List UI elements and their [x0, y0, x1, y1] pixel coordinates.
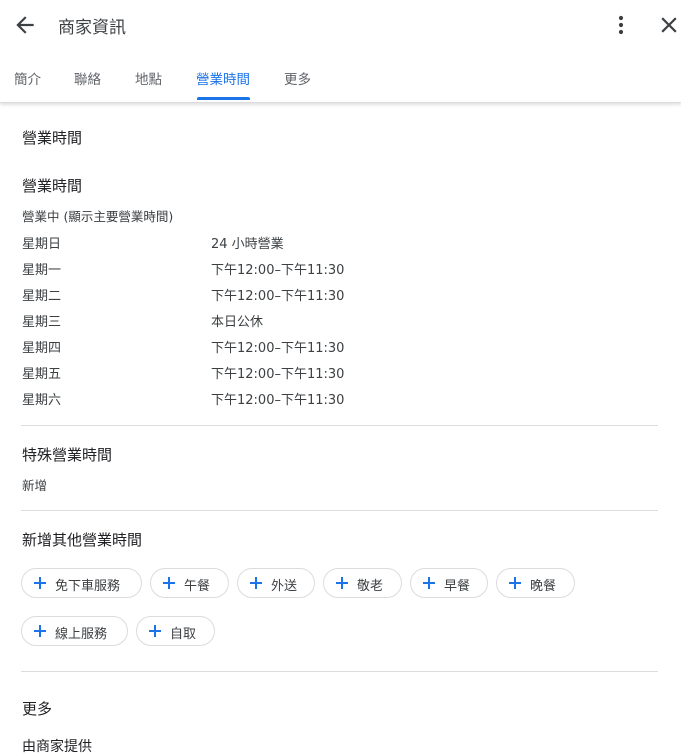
more-vertical-icon: [618, 15, 624, 35]
hours-value: 本日公休: [211, 315, 264, 330]
day-label: 星期三: [22, 315, 62, 330]
close-button[interactable]: [656, 12, 681, 38]
special-hours-heading: 特殊營業時間: [22, 446, 113, 464]
chip-breakfast[interactable]: 早餐: [410, 568, 488, 598]
plus-icon: [423, 577, 435, 589]
hours-value: 24 小時營業: [211, 237, 284, 252]
day-label: 星期四: [22, 341, 62, 356]
header-bar: 商家資訊: [0, 0, 681, 50]
hours-row-monday[interactable]: 星期一 下午12:00–下午11:30: [22, 259, 422, 278]
provided-by-heading: 由商家提供: [22, 739, 92, 755]
plus-icon: [509, 577, 521, 589]
hours-value: 下午12:00–下午11:30: [211, 367, 345, 382]
chip-label: 晚餐: [530, 579, 557, 594]
page-title: 商家資訊: [58, 18, 126, 38]
hours-row-saturday[interactable]: 星期六 下午12:00–下午11:30: [22, 389, 422, 408]
chip-delivery[interactable]: 外送: [237, 568, 315, 598]
hours-value: 下午12:00–下午11:30: [211, 263, 345, 278]
hours-heading: 營業時間: [22, 177, 83, 195]
hours-value: 下午12:00–下午11:30: [211, 341, 345, 356]
chip-online-service[interactable]: 線上服務: [21, 616, 128, 646]
chip-dinner[interactable]: 晚餐: [496, 568, 575, 598]
arrow-left-icon: [16, 16, 34, 34]
plus-icon: [163, 577, 175, 589]
divider: [21, 510, 658, 511]
hours-value: 下午12:00–下午11:30: [211, 393, 345, 408]
chip-seniors[interactable]: 敬老: [323, 568, 402, 598]
plus-icon: [250, 577, 262, 589]
hours-row-tuesday[interactable]: 星期二 下午12:00–下午11:30: [22, 285, 422, 304]
chip-pickup[interactable]: 自取: [136, 616, 215, 646]
more-heading: 更多: [22, 700, 53, 718]
chip-drive-through[interactable]: 免下車服務: [21, 568, 142, 598]
day-label: 星期五: [22, 367, 62, 382]
chip-label: 午餐: [184, 579, 211, 594]
chip-label: 線上服務: [55, 627, 108, 642]
chip-label: 自取: [170, 627, 197, 642]
back-button[interactable]: [12, 12, 38, 38]
hours-row-friday[interactable]: 星期五 下午12:00–下午11:30: [22, 363, 422, 382]
day-label: 星期一: [22, 263, 62, 278]
hours-row-sunday[interactable]: 星期日 24 小時營業: [22, 233, 422, 252]
tab-hours[interactable]: 營業時間: [196, 68, 250, 88]
chip-label: 敬老: [357, 579, 384, 594]
day-label: 星期日: [22, 237, 62, 252]
chip-lunch[interactable]: 午餐: [150, 568, 229, 598]
active-tab-indicator: [197, 97, 250, 100]
chip-label: 早餐: [444, 579, 471, 594]
day-label: 星期二: [22, 289, 62, 304]
other-hours-heading: 新增其他營業時間: [22, 531, 143, 549]
hours-status: 營業中 (顯示主要營業時間): [22, 209, 174, 224]
more-options-button[interactable]: [610, 12, 632, 38]
tab-overview[interactable]: 簡介: [14, 68, 41, 88]
tab-more[interactable]: 更多: [284, 68, 311, 88]
plus-icon: [34, 577, 46, 589]
tab-bar: 簡介 聯絡 地點 營業時間 更多: [0, 60, 681, 103]
hours-row-thursday[interactable]: 星期四 下午12:00–下午11:30: [22, 337, 422, 356]
hours-value: 下午12:00–下午11:30: [211, 289, 345, 304]
close-icon: [661, 17, 677, 33]
chip-label: 免下車服務: [55, 579, 121, 594]
chip-label: 外送: [271, 579, 298, 594]
tab-contact[interactable]: 聯絡: [74, 68, 101, 88]
divider: [21, 425, 658, 426]
day-label: 星期六: [22, 393, 62, 408]
add-special-hours-link[interactable]: 新增: [22, 475, 47, 494]
divider: [21, 671, 658, 672]
plus-icon: [34, 625, 46, 637]
tab-location[interactable]: 地點: [135, 68, 162, 88]
section-title: 營業時間: [22, 129, 83, 147]
main-content: 營業時間 營業時間 營業中 (顯示主要營業時間) 星期日 24 小時營業 星期一…: [0, 102, 681, 755]
plus-icon: [336, 577, 348, 589]
plus-icon: [149, 625, 161, 637]
hours-row-wednesday[interactable]: 星期三 本日公休: [22, 311, 422, 330]
